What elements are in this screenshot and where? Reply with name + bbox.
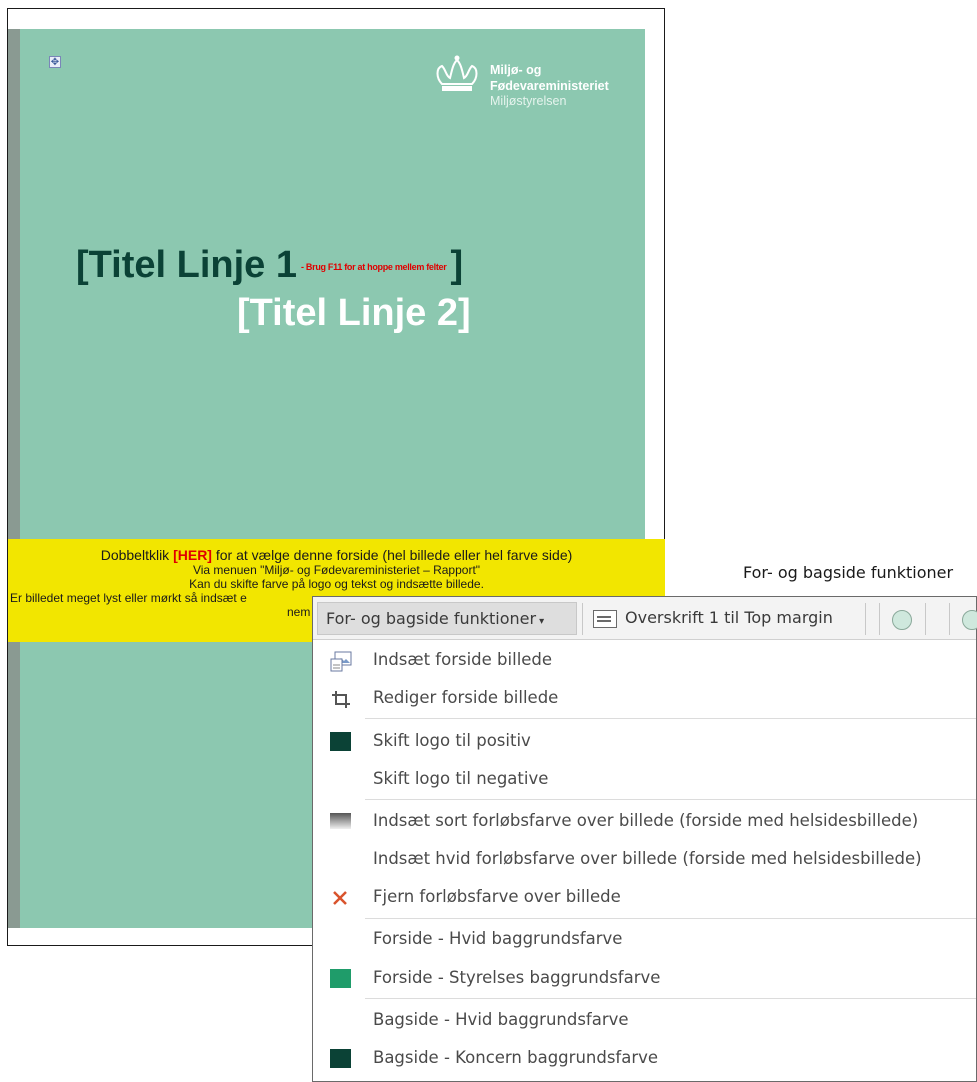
menu-item-remove-gradient[interactable]: Fjern forløbsfarve over billede: [313, 878, 976, 916]
her-link[interactable]: [HER]: [173, 547, 212, 563]
page-margin-strip: [8, 29, 20, 928]
crop-icon: [330, 689, 351, 708]
title-hint: - Brug F11 for at hoppe mellem felter: [301, 261, 447, 272]
instruction-line-2: Via menuen "Miljø- og Fødevareministerie…: [192, 563, 481, 577]
menu-divider: [365, 799, 976, 800]
menu-item-front-white-bg[interactable]: Forside - Hvid baggrundsfarve: [313, 920, 976, 958]
menu-item-label: Forside - Hvid baggrundsfarve: [373, 929, 623, 948]
style-gallery-icon[interactable]: [892, 610, 912, 630]
menu-item-logo-positive[interactable]: Skift logo til positiv: [313, 722, 976, 760]
title-line-1-close: ]: [450, 244, 464, 286]
heading-style-icon: [593, 609, 617, 628]
logo-line-1: Miljø- og: [490, 63, 542, 77]
menu-item-label: Indsæt hvid forløbsfarve over billede (f…: [373, 849, 922, 868]
menu-divider: [365, 718, 976, 719]
menu-item-label: Rediger forside billede: [373, 688, 559, 707]
close-icon: [330, 888, 351, 907]
swatch-dark-green-icon: [330, 1049, 351, 1068]
menu-item-label: Bagside - Koncern baggrundsfarve: [373, 1048, 659, 1067]
chevron-down-icon: ▾: [539, 616, 545, 627]
heading-top-margin-label: Overskrift 1 til Top margin: [625, 608, 833, 627]
gradient-icon: [330, 813, 351, 829]
ribbon-dropdown-menu: For- og bagside funktioner ▾ Overskrift 1…: [312, 596, 977, 1082]
menu-item-logo-negative[interactable]: Skift logo til negative: [313, 760, 976, 798]
menu-item-label: Skift logo til negative: [373, 769, 549, 788]
menu-divider: [365, 918, 976, 919]
menu-item-back-group-bg[interactable]: Bagside - Koncern baggrundsfarve: [313, 1039, 976, 1077]
menu-item-black-gradient[interactable]: Indsæt sort forløbsfarve over billede (f…: [313, 802, 976, 840]
title-line-1[interactable]: [Titel Linje 1- Brug F11 for at hoppe me…: [76, 244, 463, 287]
for-bagside-dropdown-button[interactable]: For- og bagside funktioner ▾: [317, 602, 577, 635]
insert-image-icon: [330, 651, 352, 672]
menu-item-back-white-bg[interactable]: Bagside - Hvid baggrundsfarve: [313, 1001, 976, 1039]
menu-item-insert-cover-image[interactable]: Indsæt forside billede: [313, 641, 976, 679]
menu-divider: [365, 998, 976, 999]
style-gallery-icon[interactable]: [962, 610, 977, 630]
toolbar-divider: [865, 603, 866, 635]
caption: For- og bagside funktioner: [743, 563, 954, 582]
crown-icon: [436, 55, 478, 91]
title-line-1-text: [Titel Linje 1: [76, 244, 298, 286]
menu-item-label: Forside - Styrelses baggrundsfarve: [373, 968, 661, 987]
toolbar-divider: [949, 603, 950, 635]
menu-item-label: Fjern forløbsfarve over billede: [373, 887, 621, 906]
swatch-green-icon: [330, 969, 351, 988]
instruction-line-1-start: Dobbeltklik: [100, 547, 174, 563]
move-handle-icon[interactable]: ✥: [49, 56, 61, 68]
menu-item-white-gradient[interactable]: Indsæt hvid forløbsfarve over billede (f…: [313, 840, 976, 878]
swatch-dark-green-icon: [330, 732, 351, 751]
menu-item-label: Skift logo til positiv: [373, 731, 531, 750]
instruction-line-1-end: for at vælge denne forside (hel billede …: [211, 547, 573, 563]
menu-item-edit-cover-image[interactable]: Rediger forside billede: [313, 679, 976, 717]
menu-item-front-agency-bg[interactable]: Forside - Styrelses baggrundsfarve: [313, 959, 976, 997]
dropdown-label: For- og bagside funktioner: [326, 609, 537, 628]
heading-top-margin-button[interactable]: Overskrift 1 til Top margin: [593, 602, 833, 635]
title-line-2[interactable]: [Titel Linje 2]: [237, 292, 471, 335]
instruction-line-3: Kan du skifte farve på logo og tekst og …: [189, 577, 484, 591]
ribbon-toolbar: For- og bagside funktioner ▾ Overskrift 1…: [313, 597, 977, 640]
toolbar-divider: [879, 603, 880, 635]
menu-item-label: Indsæt forside billede: [373, 650, 553, 669]
toolbar-divider: [582, 603, 583, 635]
logo-line-3: Miljøstyrelsen: [490, 94, 567, 108]
instruction-line-1: Dobbeltklik [HER] for at vælge denne for…: [8, 547, 665, 563]
menu-item-label: Indsæt sort forløbsfarve over billede (f…: [373, 811, 919, 830]
menu-item-label: Bagside - Hvid baggrundsfarve: [373, 1010, 629, 1029]
logo-line-2: Fødevareministeriet: [490, 79, 609, 93]
toolbar-divider: [925, 603, 926, 635]
